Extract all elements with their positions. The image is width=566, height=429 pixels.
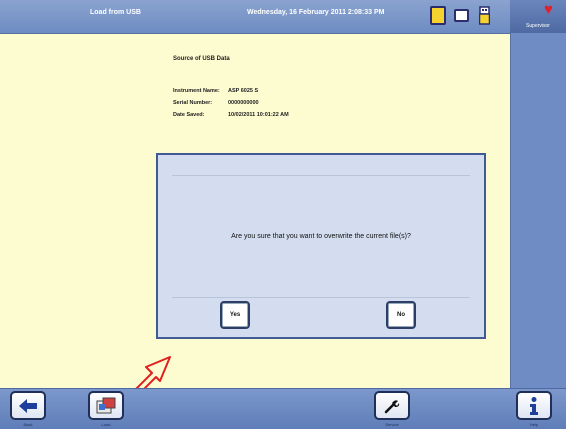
date-time: Wednesday, 16 February 2011 2:08:33 PM [247,9,385,16]
dialog-message: Are you sure that you want to overwrite … [231,233,411,240]
help-button[interactable] [516,391,552,420]
no-button[interactable]: No [386,301,416,329]
back-arrow-icon [19,398,37,413]
user-label: Supervisor [526,23,550,29]
overwrite-dialog: Are you sure that you want to overwrite … [156,153,486,339]
screen-title: Load from USB [90,9,141,16]
right-panel [510,0,566,388]
serial-value: 0000000000 [228,100,259,106]
yes-button[interactable]: Yes [220,301,250,329]
load-button[interactable] [88,391,124,420]
dialog-divider [172,175,470,176]
dialog-divider [172,297,470,298]
source-heading: Source of USB Data [173,56,230,62]
date-label: Date Saved: [173,112,205,118]
serial-row: Serial Number: 0000000000 [173,100,403,112]
info-icon [530,396,538,415]
service-label: Service [385,422,399,427]
load-icon [96,397,116,413]
load-label: Load [101,422,111,427]
usb-icon [479,6,490,25]
instrument-label: Instrument Name: [173,88,220,94]
memory-card-icon [454,9,469,22]
instrument-row: Instrument Name: ASP 6025 S [173,88,403,100]
service-button[interactable] [374,391,410,420]
help-label: Help [529,422,539,427]
date-row: Date Saved: 10/02/2011 10:01:22 AM [173,112,403,124]
usb-source-info: Instrument Name: ASP 6025 S Serial Numbe… [173,88,403,124]
sd-card-icon [430,6,446,25]
instrument-value: ASP 6025 S [228,88,259,94]
heart-icon: ♥ [544,1,553,18]
back-label: Back [23,422,33,427]
date-value: 10/02/2011 10:01:22 AM [228,112,289,118]
wrench-icon [384,399,400,413]
serial-label: Serial Number: [173,100,213,106]
bottom-bar [0,388,566,429]
back-button[interactable] [10,391,46,420]
top-bar: Load from USB Wednesday, 16 February 201… [0,0,510,34]
